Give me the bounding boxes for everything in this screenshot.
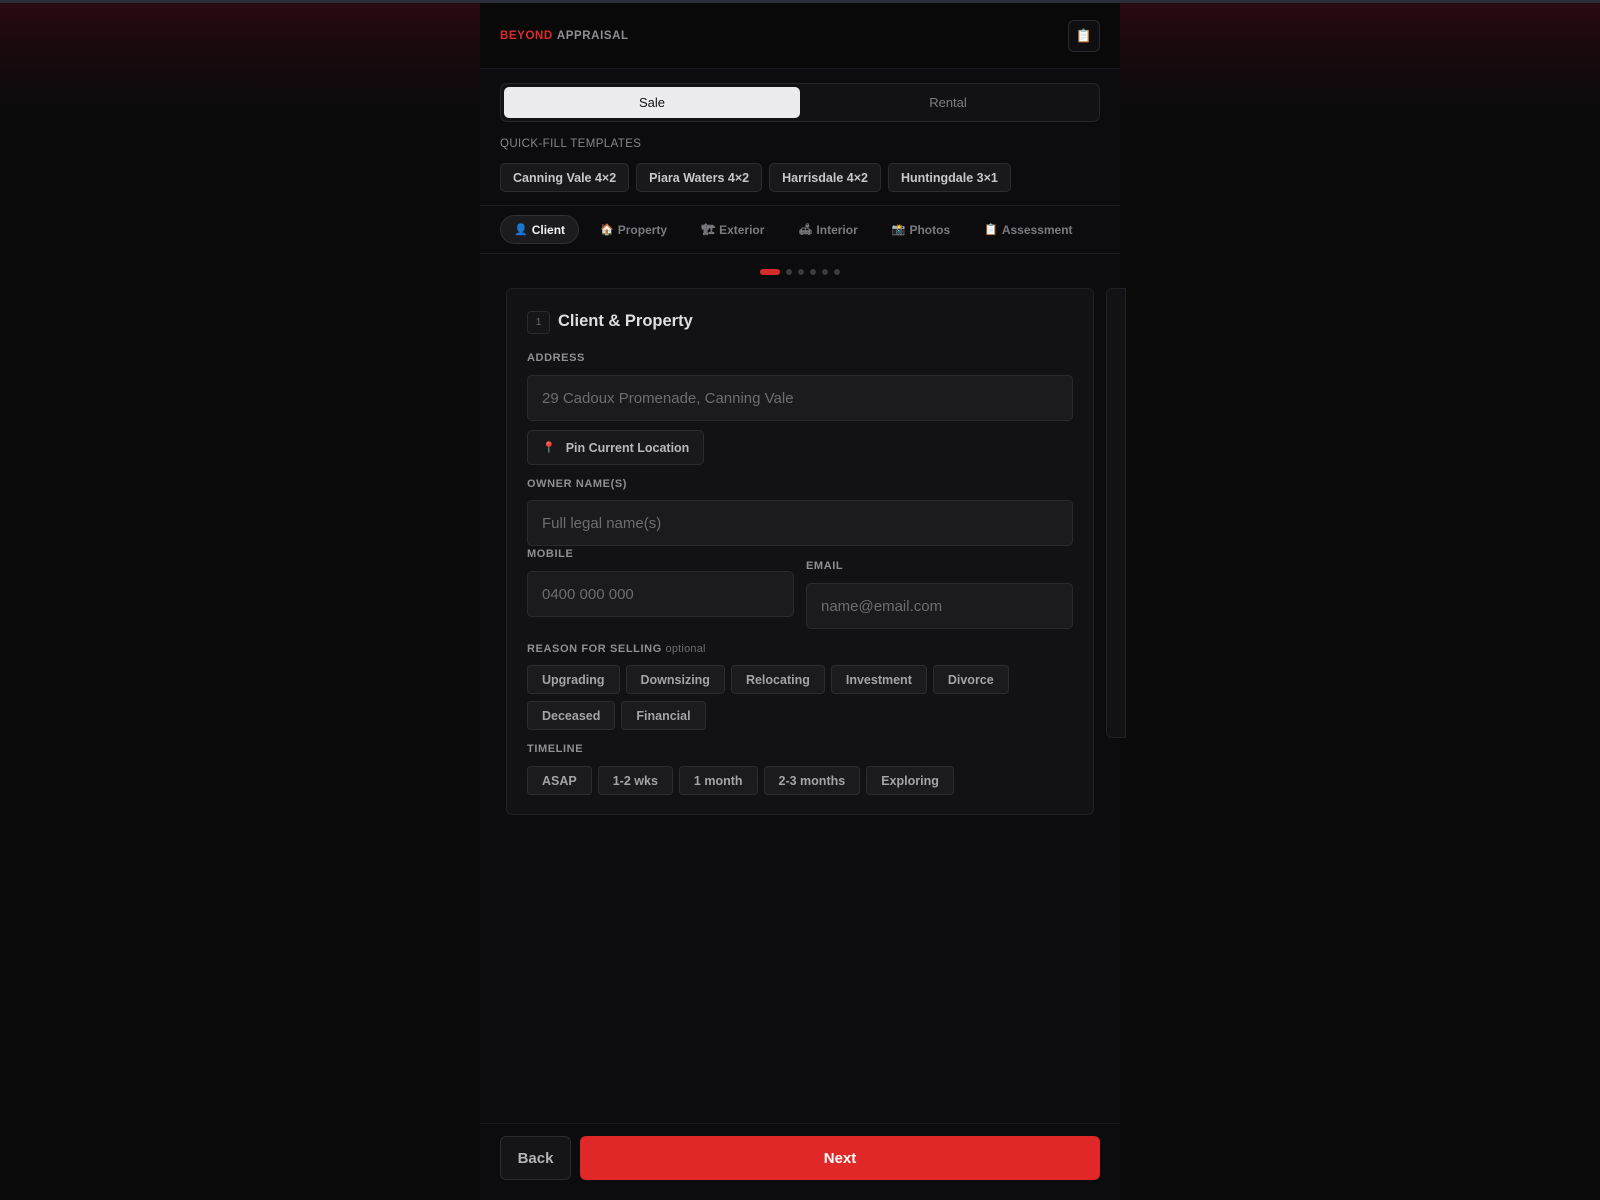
email-label: EMAIL [806,560,844,572]
card-title: Client & Property [558,312,693,330]
template-chip[interactable]: Huntingdale 3×1 [887,163,1011,192]
reason-chip[interactable]: Divorce [932,665,1009,694]
camera-icon: 📸 [891,224,906,236]
house-icon: 🏠 [600,224,614,236]
step-progress-dots [480,269,1120,275]
client-property-card: 1 Client & Property ADDRESS 📍 Pin Curren… [506,288,1094,815]
clipboard-icon: 📋 [984,224,998,236]
progress-dot[interactable] [810,269,816,275]
timeline-chip[interactable]: 2-3 months [763,766,861,795]
timeline-chip[interactable]: 1 month [678,766,758,795]
back-button[interactable]: Back [500,1136,571,1180]
next-button[interactable]: Next [580,1136,1100,1180]
map-pin-icon: 📍 [542,442,556,454]
email-input[interactable] [806,583,1073,629]
owner-label: OWNER NAME(S) [527,478,628,490]
tab-label: Property [617,222,668,237]
tab-photos[interactable]: 📸 Photos [879,215,963,244]
tab-client[interactable]: 👤 Client [500,215,580,244]
couch-icon: 🛋 [798,224,813,236]
tab-property[interactable]: 🏠 Property [587,215,680,244]
mobile-input[interactable] [527,571,794,617]
reason-chip[interactable]: Investment [830,665,927,694]
clipboard-button[interactable]: 📋 [1068,19,1100,52]
address-label: ADDRESS [527,352,585,364]
app-header: BEYOND APPRAISAL 📋 [480,3,1120,69]
template-chip[interactable]: Piara Waters 4×2 [636,163,763,192]
brand-logo: BEYOND APPRAISAL [500,30,629,42]
timeline-options: ASAP 1-2 wks 1 month 2-3 months Explorin… [527,766,954,795]
timeline-chip[interactable]: Exploring [866,766,954,795]
clipboard-icon: 📋 [1075,27,1093,43]
tab-label: Interior [816,222,858,237]
timeline-label: TIMELINE [527,743,584,755]
reason-options-row-1: Upgrading Downsizing Relocating Investme… [527,665,1009,694]
reason-chip[interactable]: Relocating [730,665,825,694]
reason-label-text: REASON FOR SELLING [527,643,662,655]
tab-label: Photos [909,222,951,237]
template-chip[interactable]: Harrisdale 4×2 [769,163,881,192]
construction-icon: 🏗 [701,224,716,236]
progress-dot[interactable] [786,269,792,275]
app-panel: BEYOND APPRAISAL 📋 Sale Rental QUICK-FILL… [480,3,1126,1200]
tab-interior[interactable]: 🛋 Interior [785,215,870,244]
pin-location-button[interactable]: 📍 Pin Current Location [527,430,705,465]
tab-exterior[interactable]: 🏗 Exterior [688,215,777,244]
reason-chip[interactable]: Upgrading [527,665,620,694]
owner-name-input[interactable] [527,500,1073,546]
reason-chip[interactable]: Financial [621,701,706,730]
sale-rental-toggle: Sale Rental [500,83,1100,122]
tab-label: Exterior [719,222,765,237]
template-chip[interactable]: Canning Vale 4×2 [500,163,630,192]
optional-tag: optional [665,643,706,655]
tab-label: Assessment [1001,222,1073,237]
pin-location-label: Pin Current Location [565,440,690,455]
reason-label: REASON FOR SELLING optional [527,643,706,655]
progress-dot[interactable] [834,269,840,275]
timeline-chip[interactable]: 1-2 wks [597,766,673,795]
progress-dot[interactable] [822,269,828,275]
segment-sale[interactable]: Sale [504,87,800,118]
segment-rental[interactable]: Rental [800,87,1096,118]
section-tabs: 👤 Client 🏠 Property 🏗 Exterior 🛋 Interio… [480,205,1120,254]
address-input[interactable] [527,375,1073,421]
quickfill-label: QUICK-FILL TEMPLATES [500,138,642,150]
user-icon: 👤 [514,224,528,236]
tab-assessment[interactable]: 📋 Assessment [971,215,1085,244]
footer-nav: Back Next [480,1123,1120,1200]
next-card-peek [1106,288,1126,738]
reason-options-row-2: Deceased Financial [527,701,706,730]
reason-chip[interactable]: Downsizing [625,665,725,694]
mobile-label: MOBILE [527,548,574,560]
tab-label: Client [531,222,566,237]
step-number: 1 [527,311,550,334]
reason-chip[interactable]: Deceased [527,701,616,730]
quickfill-templates: Canning Vale 4×2 Piara Waters 4×2 Harris… [500,163,1011,192]
brand-part-2: APPRAISAL [556,29,629,42]
brand-part-1: BEYOND [500,29,553,42]
timeline-chip[interactable]: ASAP [527,766,592,795]
progress-dot[interactable] [760,269,780,275]
progress-dot[interactable] [798,269,804,275]
